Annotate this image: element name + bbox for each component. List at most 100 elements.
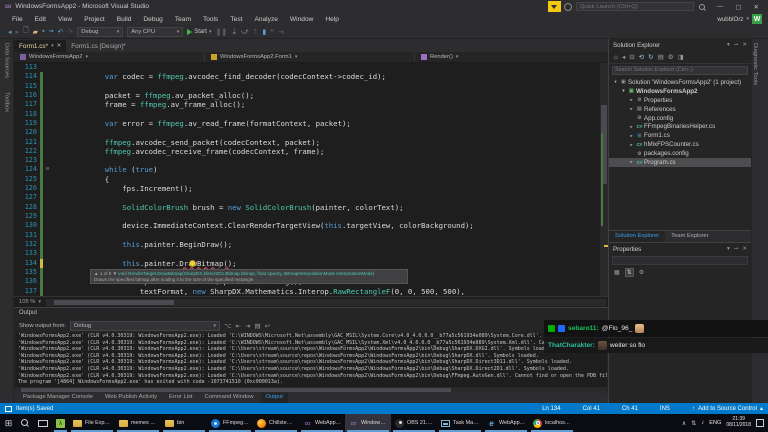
- save-all-icon[interactable]: ▫▪: [49, 28, 54, 35]
- code-line[interactable]: 113: [14, 63, 608, 72]
- taskbar-button-ffmpeg-auto-[interactable]: FFmpeg.Auto...: [207, 414, 253, 432]
- code-line[interactable]: 120: [14, 128, 608, 138]
- tree-item-app-config[interactable]: ⚙ App.config: [609, 114, 751, 123]
- new-file-icon[interactable]: 🗋: [23, 26, 29, 37]
- code-line[interactable]: 122 ffmpeg.avcodec_receive_frame(codecCo…: [14, 146, 608, 157]
- side-tab-diagnostic-tools[interactable]: Diagnostic Tools: [752, 43, 758, 85]
- panel-tab-command-window[interactable]: Command Window: [200, 393, 259, 403]
- close-button[interactable]: ✕: [748, 3, 765, 11]
- chevron-collapsed-icon[interactable]: ▸: [628, 106, 635, 112]
- editor-vertical-scrollbar[interactable]: [600, 63, 608, 296]
- clear-all-icon[interactable]: ▤: [254, 322, 260, 330]
- tree-item-references[interactable]: ▸ ▤ References: [609, 105, 751, 114]
- code-line[interactable]: 128 SolidColorBrush brush = new SolidCol…: [14, 202, 608, 212]
- code-line[interactable]: 123: [14, 156, 608, 166]
- lightbulb-icon[interactable]: [188, 259, 196, 267]
- previous-message-icon[interactable]: ⇤: [236, 322, 241, 330]
- solution-configuration-dropdown[interactable]: Debug ▾: [77, 26, 124, 37]
- comment-icon[interactable]: ❝: [270, 28, 274, 36]
- feedback-icon[interactable]: [563, 2, 572, 11]
- taskbar-button-bin[interactable]: bin: [161, 414, 207, 432]
- solution-explorer-search-input[interactable]: [612, 65, 748, 75]
- taskbar-search-button[interactable]: [17, 414, 34, 432]
- taskbar-button-obs-21-1-2-64-[interactable]: OBS 21.1.2 (64...: [391, 414, 437, 432]
- panel-tab-output[interactable]: Output: [260, 393, 288, 403]
- code-line[interactable]: 133: [14, 249, 608, 259]
- menu-analyze[interactable]: Analyze: [248, 16, 283, 23]
- redo-icon[interactable]: ↷: [67, 28, 73, 36]
- tree-item-solution-windowsformsapp2-1-project-[interactable]: ▾ ▣ Solution 'WindowsFormsApp2' (1 project…: [609, 78, 751, 87]
- taskbar-lambda-button[interactable]: λ: [52, 414, 69, 432]
- chat-username[interactable]: sebaro11:: [568, 325, 599, 332]
- chevron-expanded-icon[interactable]: ▾: [620, 88, 627, 94]
- step-into-icon[interactable]: ⇣: [231, 28, 237, 36]
- menu-tools[interactable]: Tools: [197, 16, 224, 23]
- step-out-icon[interactable]: ⇡: [253, 28, 259, 36]
- scrollbar-thumb[interactable]: [53, 299, 174, 305]
- code-line[interactable]: 117 frame = ffmpeg.av_frame_alloc();: [14, 100, 608, 110]
- tab-team-explorer[interactable]: Team Explorer: [665, 231, 714, 242]
- code-line[interactable]: 116 packet = ffmpeg.av_packet_alloc();: [14, 90, 608, 101]
- indent-icon[interactable]: ⇥: [278, 28, 284, 36]
- panel-tab-web-publish-activity[interactable]: Web Publish Activity: [100, 393, 162, 403]
- code-line[interactable]: 137 textFormat, new SharpDX.Mathematics.…: [14, 286, 608, 296]
- find-message-icon[interactable]: ⌥: [224, 322, 232, 330]
- code-line[interactable]: 124 ⊟ while (true): [14, 165, 608, 175]
- tree-item-form1-cs[interactable]: ▸ ⊞ Form1.cs: [609, 131, 751, 140]
- word-wrap-icon[interactable]: ↩: [265, 322, 270, 330]
- quick-launch-input[interactable]: [575, 2, 694, 11]
- tree-item-packages-config[interactable]: ⚙ packages.config: [609, 149, 751, 158]
- undo-icon[interactable]: ↶: [58, 28, 64, 36]
- language-indicator[interactable]: ENG: [709, 420, 721, 426]
- menu-window[interactable]: Window: [284, 16, 319, 23]
- close-icon[interactable]: ✕: [742, 42, 747, 48]
- chevron-collapsed-icon[interactable]: ▸: [628, 159, 635, 165]
- code-line[interactable]: 132 this.painter.BeginDraw();: [14, 239, 608, 250]
- save-icon[interactable]: ▪: [42, 28, 44, 35]
- taskbar-button-task-manager[interactable]: Task Manager: [437, 414, 483, 432]
- menu-help[interactable]: Help: [319, 16, 345, 23]
- close-tab-icon[interactable]: ✕: [57, 43, 62, 49]
- chevron-collapsed-icon[interactable]: ▸: [628, 97, 635, 103]
- tree-item-ffmpegbinarieshelper-cs[interactable]: ▸ C# FFmpegBinariesHelper.cs: [609, 122, 751, 131]
- document-tab[interactable]: Form1.cs* ▾ ✕: [14, 40, 67, 52]
- scrollbar-thumb[interactable]: [21, 388, 451, 392]
- network-icon[interactable]: ⇅: [691, 420, 696, 427]
- code-line[interactable]: 134 this.painter.DrawBitmap();: [14, 258, 608, 268]
- taskbar-button-windowsfor-[interactable]: ∞ WindowsFor...: [345, 414, 391, 432]
- menu-team[interactable]: Team: [169, 16, 197, 23]
- property-pages-icon[interactable]: ⚙: [639, 269, 644, 276]
- close-icon[interactable]: ✕: [742, 246, 747, 252]
- next-message-icon[interactable]: ⇥: [245, 322, 250, 330]
- menu-test[interactable]: Test: [224, 16, 248, 23]
- fold-marker[interactable]: ⊟: [43, 165, 52, 174]
- back-icon[interactable]: ◂: [622, 53, 625, 61]
- preview-selected-items-icon[interactable]: ◨: [678, 53, 684, 61]
- code-line[interactable]: 125 {: [14, 174, 608, 185]
- clock[interactable]: 21:39 08/11/2018: [726, 417, 751, 428]
- chat-username[interactable]: ThatCharakter:: [548, 342, 595, 349]
- properties-icon[interactable]: ⚙: [668, 53, 674, 61]
- navbar-class-dropdown[interactable]: WindowsFormsApp2.Form1 ▾: [204, 52, 414, 62]
- side-tab-toolbox[interactable]: Toolbox: [4, 92, 10, 112]
- taskbar-button-file-explorer[interactable]: File Explorer: [69, 414, 115, 432]
- panel-tab-error-list[interactable]: Error List: [164, 393, 198, 403]
- code-line[interactable]: 129: [14, 212, 608, 222]
- tree-item-hmixfpscounter-cs[interactable]: ▸ C# hMixFPSCounter.cs: [609, 140, 751, 149]
- collapse-all-icon[interactable]: ⊟: [629, 53, 634, 61]
- chevron-collapsed-icon[interactable]: ▸: [628, 124, 635, 130]
- menu-edit[interactable]: Edit: [29, 16, 52, 23]
- code-line[interactable]: 119 var error = ffmpeg.av_read_frame(for…: [14, 118, 608, 129]
- chevron-up-icon[interactable]: ∧: [682, 420, 686, 427]
- code-line[interactable]: 126 fps.Increment();: [14, 184, 608, 194]
- volume-icon[interactable]: ♪: [701, 420, 704, 426]
- account-info[interactable]: wubblOrz ▾ W: [717, 14, 762, 24]
- navbar-project-dropdown[interactable]: WindowsFormsApp2 ▾: [14, 52, 204, 62]
- search-icon[interactable]: [698, 3, 705, 10]
- stream-filter-icon[interactable]: [547, 1, 561, 12]
- step-over-icon[interactable]: ⤻: [241, 28, 248, 36]
- minimize-button[interactable]: —: [711, 3, 730, 10]
- refresh-icon[interactable]: ↻: [648, 53, 653, 61]
- restore-button[interactable]: ▢: [729, 3, 747, 11]
- menu-file[interactable]: File: [6, 16, 29, 23]
